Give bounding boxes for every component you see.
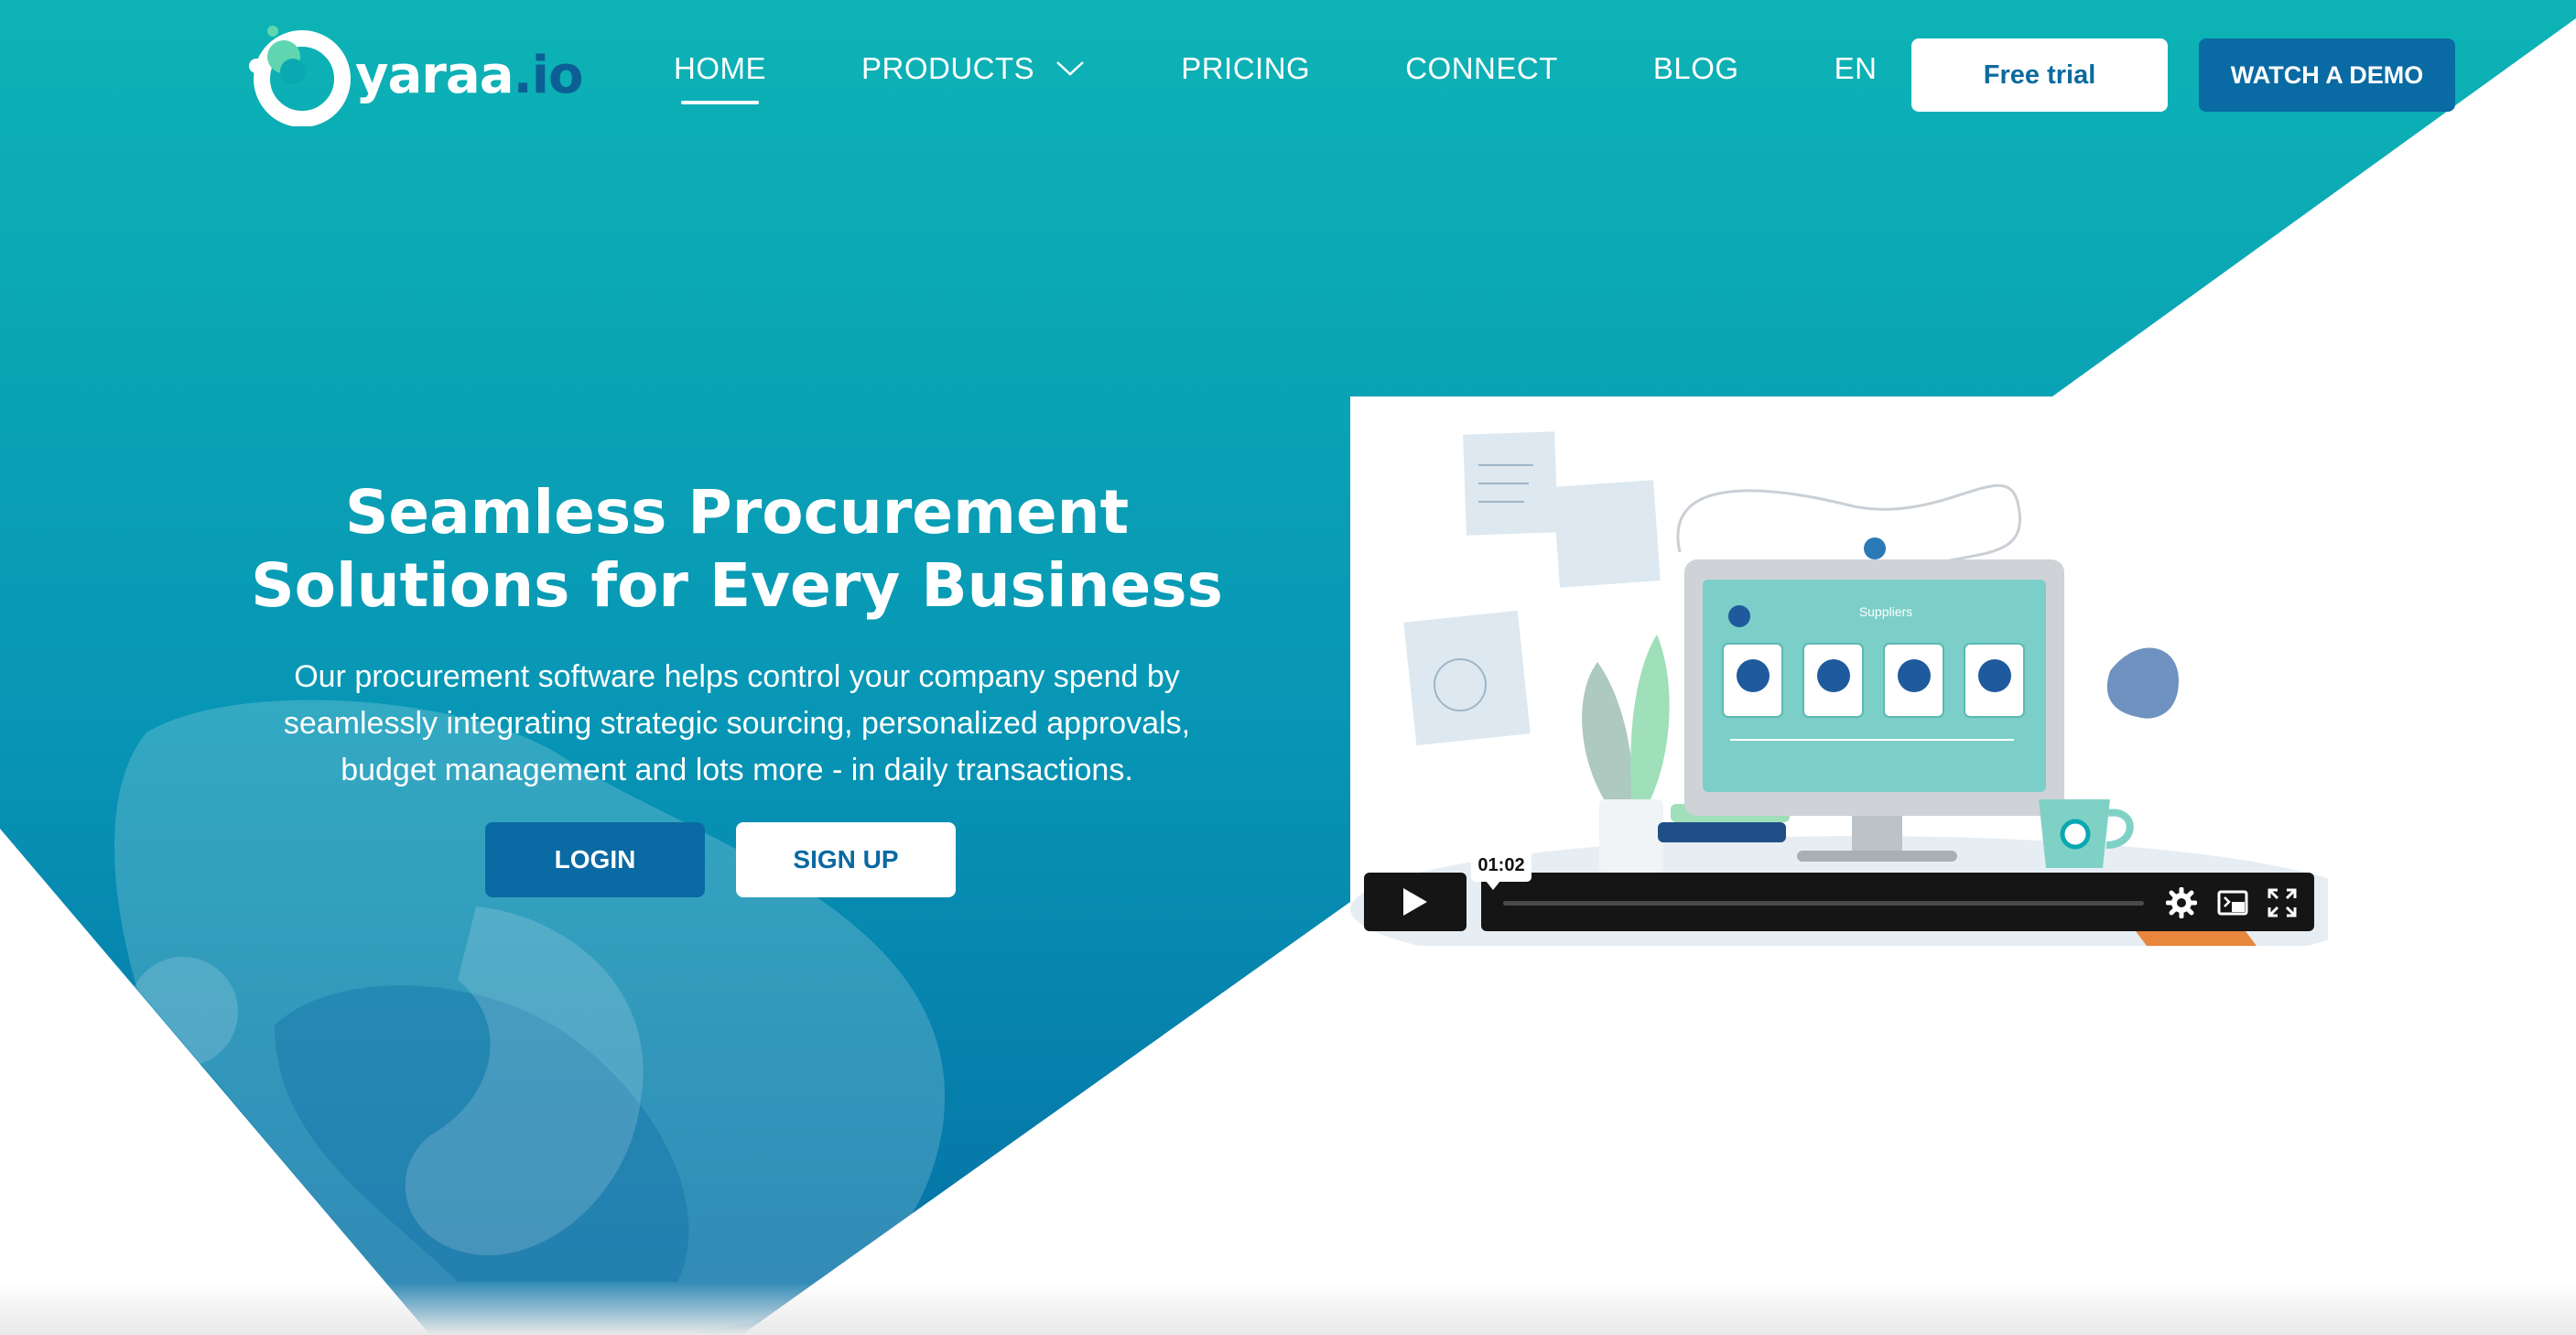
nav-pricing[interactable]: PRICING	[1181, 51, 1310, 86]
hero-subtitle: Our procurement software helps control y…	[229, 654, 1245, 794]
nav-connect[interactable]: CONNECT	[1405, 51, 1558, 86]
gear-icon[interactable]	[2166, 887, 2197, 918]
hero-subtitle-line-1: Our procurement software helps control y…	[294, 659, 1180, 694]
hero-title-line-1: Seamless Procurement	[344, 477, 1130, 548]
nav-pricing-label: PRICING	[1181, 51, 1311, 85]
hero-subtitle-line-2: seamlessly integrating strategic sourcin…	[283, 706, 1191, 741]
play-icon	[1403, 888, 1427, 916]
video-progress-bar[interactable]	[1503, 901, 2144, 906]
video-controls-bar	[1481, 873, 2314, 931]
nav-language-label: EN	[1834, 51, 1878, 85]
hero-subtitle-line-3: budget management and lots more - in dai…	[341, 753, 1133, 787]
free-trial-button[interactable]: Free trial	[1911, 38, 2168, 112]
signup-button[interactable]: SIGN UP	[736, 822, 956, 897]
watch-demo-button[interactable]: WATCH A DEMO	[2199, 38, 2455, 112]
hero-title-line-2: Solutions for Every Business	[251, 550, 1223, 621]
nav-blog-label: BLOG	[1652, 51, 1739, 85]
hero-title: Seamless Procurement Solutions for Every…	[211, 476, 1263, 623]
nav-home[interactable]: HOME	[674, 51, 766, 104]
nav-language[interactable]: EN	[1835, 51, 1878, 86]
login-button[interactable]: LOGIN	[485, 822, 705, 897]
picture-in-picture-icon[interactable]	[2217, 887, 2248, 918]
chevron-down-icon	[1056, 61, 1085, 76]
nav-products-label: PRODUCTS	[861, 51, 1035, 85]
brand-logo[interactable]: yaraa.io	[245, 24, 584, 126]
time-tooltip: 01:02	[1471, 849, 1532, 890]
nav-connect-label: CONNECT	[1405, 51, 1558, 85]
screen-title: Suppliers	[1859, 604, 1912, 619]
nav-products[interactable]: PRODUCTS	[861, 51, 1086, 86]
nav-home-label: HOME	[674, 51, 766, 85]
logo-wordmark: yaraa.io	[355, 45, 583, 105]
logo-mark-icon	[249, 26, 351, 126]
demo-video-player[interactable]: Suppliers 01:02	[1350, 396, 2328, 946]
main-nav: HOME PRODUCTS PRICING CONNECT BLOG EN	[674, 51, 1878, 104]
page-bottom-fade	[0, 1282, 2576, 1335]
fullscreen-icon[interactable]	[2267, 887, 2298, 918]
nav-blog[interactable]: BLOG	[1653, 51, 1739, 86]
play-button[interactable]	[1364, 873, 1467, 931]
